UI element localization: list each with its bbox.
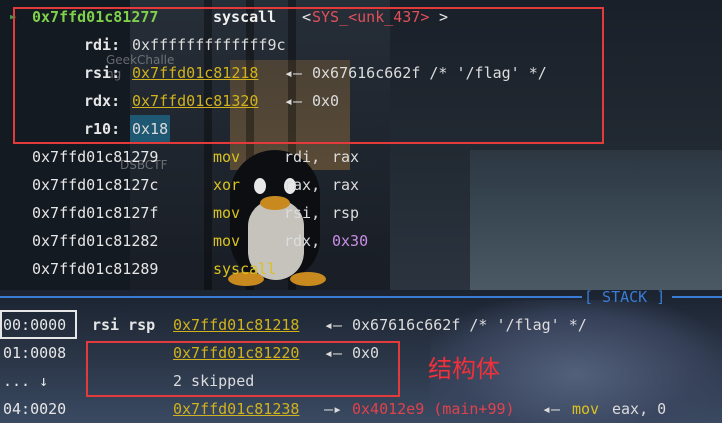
tail-operands: eax, 0	[612, 400, 667, 418]
instr-mnemonic: mov	[213, 148, 241, 166]
stack-index: 04:0020	[3, 400, 67, 418]
tux-eye-left	[254, 178, 266, 194]
struct-annotation: 结构体	[428, 355, 500, 383]
stack-address-link[interactable]: 0x7ffd01c81238	[173, 395, 299, 423]
instr-mnemonic: syscall	[213, 260, 277, 278]
instr-address: 0x7ffd01c81289	[32, 260, 159, 278]
stack-row-skipped: ... ↓ 2 skipped	[0, 367, 254, 395]
instr-operand-1: rdx,	[284, 232, 321, 250]
disasm-line[interactable]: 0x7ffd01c8127c xor rax, rax	[0, 171, 359, 199]
instr-mnemonic: mov	[213, 232, 241, 250]
instr-operand-2: rax	[332, 176, 360, 194]
stack-index: 00:0000	[3, 316, 67, 334]
instr-address: 0x7ffd01c81282	[32, 232, 159, 250]
stack-regs: rsi rsp	[92, 316, 156, 334]
instr-address: 0x7ffd01c8127f	[32, 204, 159, 222]
tail-mnemonic: mov	[572, 400, 600, 418]
instr-operand-1: rdi,	[284, 148, 321, 166]
stack-row[interactable]: 04:0020 0x7ffd01c81238 —▸ 0x4012e9 (main…	[0, 395, 666, 423]
background-shelf	[470, 150, 722, 290]
stack-header: [ STACK ]	[584, 288, 666, 306]
disasm-line[interactable]: 0x7ffd01c81289 syscall	[0, 255, 276, 283]
disasm-line[interactable]: 0x7ffd01c81282 mov rdx, 0x30	[0, 227, 368, 255]
instr-operand-2: rsp	[332, 204, 360, 222]
disasm-line[interactable]: 0x7ffd01c81279 mov rdi, rax	[0, 143, 359, 171]
stack-address-link[interactable]: 0x7ffd01c81218	[173, 311, 299, 339]
stack-code-pointer: 0x4012e9 (main+99)	[352, 400, 515, 418]
struct-highlight-box	[86, 341, 400, 397]
instr-mnemonic: mov	[213, 204, 241, 222]
syscall-highlight-box	[13, 7, 604, 144]
instr-operand-1: rsi,	[284, 204, 321, 222]
pointer-arrow: —▸	[324, 400, 343, 418]
disasm-line[interactable]: 0x7ffd01c8127f mov rsi, rsp	[0, 199, 359, 227]
stack-row[interactable]: 00:0000 rsi rsp 0x7ffd01c81218 ◂— 0x6761…	[0, 311, 587, 339]
tux-foot-right	[290, 272, 326, 286]
stack-index: 01:0008	[3, 344, 67, 362]
instr-operand-2: rax	[332, 148, 360, 166]
instr-mnemonic: xor	[213, 176, 241, 194]
instr-operand-1: rax,	[284, 176, 321, 194]
instr-address: 0x7ffd01c81279	[32, 148, 159, 166]
stack-index: ... ↓	[3, 372, 49, 390]
deref-arrow: ◂—	[324, 316, 343, 334]
stack-value: 0x67616c662f /* '/flag' */	[352, 316, 587, 334]
stack-separator-right	[672, 296, 722, 298]
instr-operand-2: 0x30	[332, 232, 369, 250]
stack-row[interactable]: 01:0008 0x7ffd01c81220 ◂— 0x0	[0, 339, 379, 367]
instr-address: 0x7ffd01c8127c	[32, 176, 159, 194]
stack-separator-left	[0, 296, 582, 298]
deref-arrow: ◂—	[542, 400, 561, 418]
